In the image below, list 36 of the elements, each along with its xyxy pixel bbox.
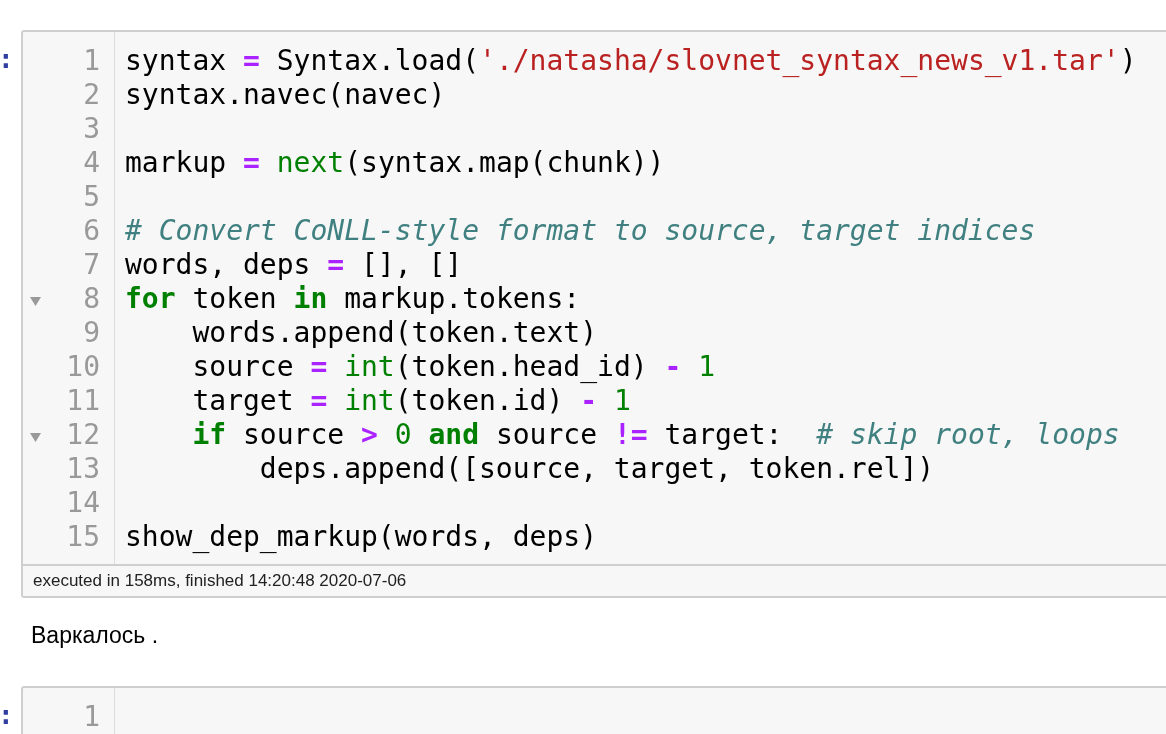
line-number: 14 [66, 486, 100, 520]
code-line: if source > 0 and source != target: # skip root, loops [191, 418, 1120, 451]
code-cell[interactable]: 1 [21, 685, 1166, 734]
execution-info: executed in 158ms, finished 14:20:48 2020-07-06 [33, 570, 407, 593]
line-number: 12 [66, 418, 100, 452]
code-line: target = int(token.id) - 1 [191, 384, 631, 417]
line-number: 4 [83, 146, 100, 180]
cell-output: Варкалось . [31, 622, 159, 648]
code-line: deps.append([source, target, token.rel]) [258, 452, 935, 485]
code-line: source = int(token.head_id) - 1 [191, 350, 716, 383]
line-number: 8 [83, 282, 100, 316]
code-line: markup = next(syntax.map(chunk)) [125, 146, 665, 179]
code-cell[interactable] [21, 30, 1166, 566]
line-number: 2 [83, 78, 100, 112]
line-number: 5 [83, 180, 100, 214]
line-number: 13 [66, 452, 100, 486]
cell-prompt: : [0, 698, 14, 732]
line-number: 6 [83, 214, 100, 248]
line-number: 11 [66, 384, 100, 418]
line-number: 1 [83, 699, 100, 734]
fold-arrow-icon[interactable] [30, 297, 41, 306]
line-number: 9 [83, 316, 100, 350]
line-number: 7 [83, 248, 100, 282]
code-line: show_dep_markup(words, deps) [125, 520, 597, 553]
line-number: 10 [66, 350, 100, 384]
code-line: syntax.navec(navec) [125, 78, 446, 111]
code-line: syntax = Syntax.load('./natasha/slovnet_syntax_news_v1.tar') [125, 44, 1137, 77]
fold-arrow-icon[interactable] [30, 433, 41, 442]
line-number: 1 [83, 44, 100, 78]
line-number: 15 [66, 520, 100, 554]
cell-prompt: : [0, 43, 14, 76]
code-line: # Convert CoNLL-style format to source, target indices [125, 214, 1036, 247]
code-line: words, deps = [], [] [125, 248, 463, 281]
line-number: 3 [83, 112, 100, 146]
code-line: words.append(token.text) [191, 316, 597, 349]
code-line: for token in markup.tokens: [125, 282, 581, 315]
